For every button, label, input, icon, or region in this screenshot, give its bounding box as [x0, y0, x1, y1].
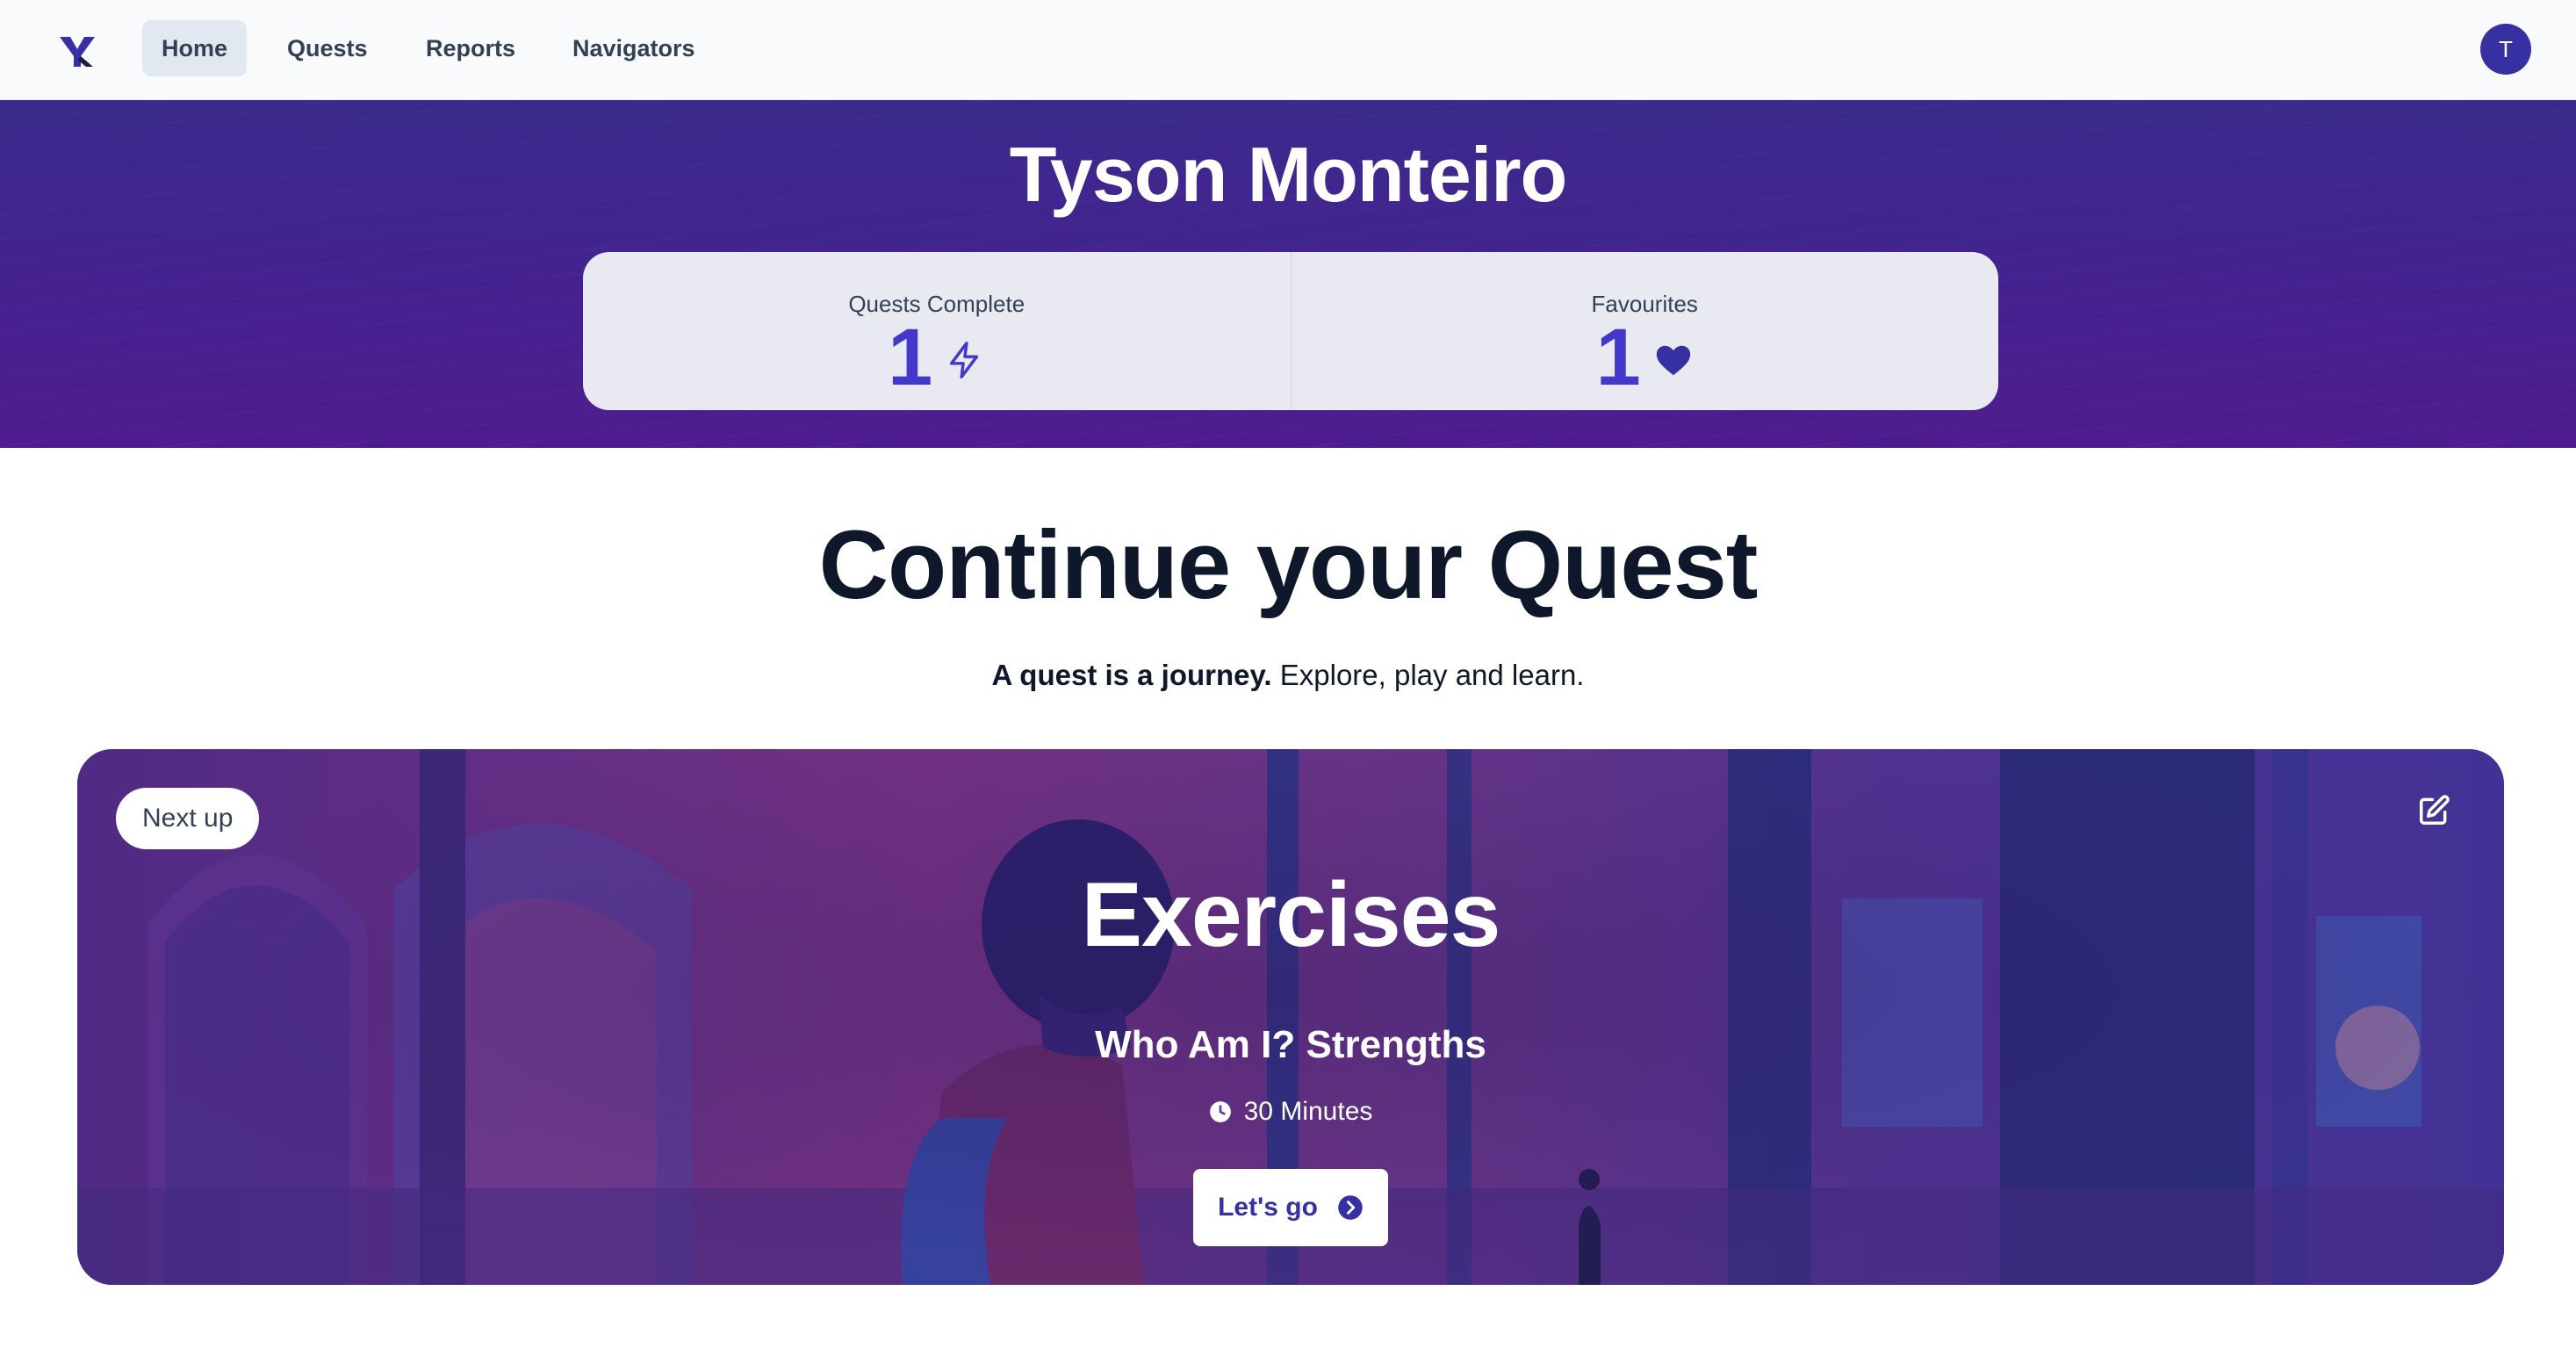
stat-label: Quests Complete — [848, 291, 1025, 317]
edit-icon — [2420, 795, 2450, 825]
lets-go-label: Let's go — [1218, 1193, 1318, 1222]
edit-quest-button[interactable] — [2409, 786, 2458, 835]
duration-text: 30 Minutes — [1243, 1097, 1373, 1126]
stats-card: Quests Complete 1 Favourites 1 — [583, 252, 1998, 410]
stat-label: Favourites — [1591, 291, 1698, 317]
profile-hero: Tyson Monteiro Quests Complete 1 Favouri… — [0, 100, 2576, 448]
nav-home[interactable]: Home — [142, 20, 248, 76]
top-navigation: Home Quests Reports Navigators T — [0, 0, 2576, 100]
chevron-circle-right-icon — [1338, 1195, 1363, 1220]
quest-title: Exercises — [1081, 864, 1501, 966]
lightning-icon — [950, 342, 979, 379]
lets-go-button[interactable]: Let's go — [1193, 1169, 1388, 1246]
section-subtitle: A quest is a journey. Explore, play and … — [0, 659, 2576, 692]
clock-icon — [1209, 1101, 1231, 1122]
user-avatar[interactable]: T — [2480, 24, 2531, 75]
quest-duration: 30 Minutes — [77, 1097, 2504, 1127]
stat-value: 1 — [888, 313, 933, 402]
next-up-badge: Next up — [116, 788, 260, 849]
heart-icon — [1656, 345, 1690, 376]
nav-reports[interactable]: Reports — [407, 20, 535, 76]
subtitle-rest: Explore, play and learn. — [1271, 659, 1585, 691]
quest-subtitle: Who Am I? Strengths — [1095, 1023, 1486, 1066]
stat-value: 1 — [1595, 313, 1641, 402]
profile-name: Tyson Monteiro — [1009, 131, 1568, 218]
next-quest-card[interactable]: Next up Exercises Who Am I? Strengths 30… — [77, 749, 2504, 1285]
brand-logo-icon[interactable] — [51, 26, 102, 77]
section-title: Continue your Quest — [818, 511, 1759, 619]
nav-quests[interactable]: Quests — [268, 20, 387, 76]
subtitle-bold: A quest is a journey. — [991, 659, 1272, 691]
nav-navigators[interactable]: Navigators — [553, 20, 715, 76]
stat-favourites: Favourites 1 — [1290, 252, 1999, 410]
stat-quests-complete: Quests Complete 1 — [583, 252, 1291, 410]
